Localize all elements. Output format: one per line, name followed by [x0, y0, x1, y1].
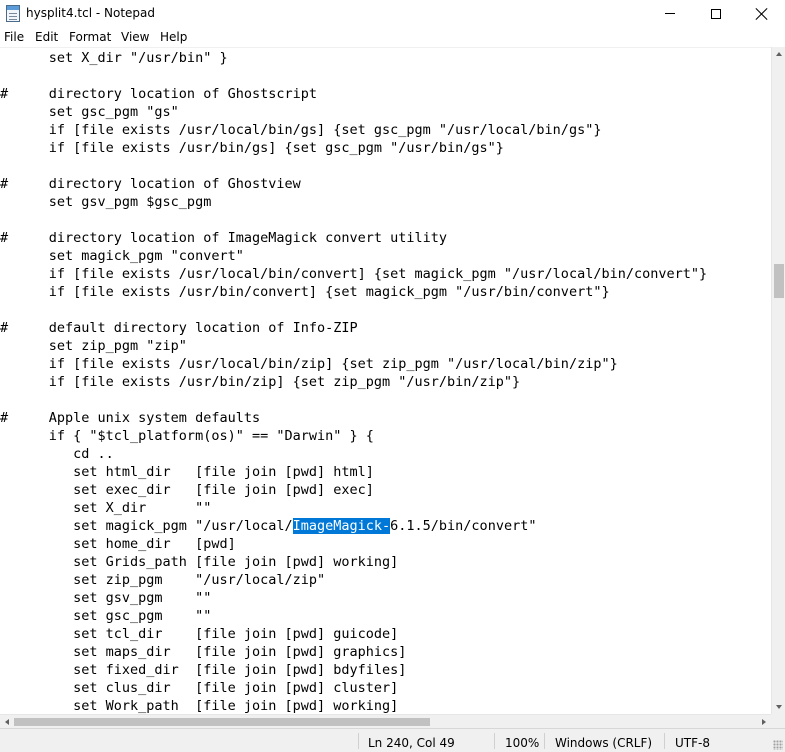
code-line: set magick_pgm "/usr/local/ImageMagick-6… — [0, 517, 707, 535]
vertical-scroll-thumb[interactable] — [774, 264, 784, 298]
maximize-icon — [711, 8, 721, 19]
code-line: set fixed_dir [file join [pwd] bdyfiles] — [0, 662, 407, 678]
window-title: hysplit4.tcl - Notepad — [26, 6, 155, 20]
minimize-button[interactable] — [647, 0, 693, 27]
menu-format[interactable]: Format — [69, 30, 111, 45]
code-line: # directory location of Ghostview — [0, 176, 301, 192]
code-text-before-selection: set magick_pgm "/usr/local/ — [0, 518, 293, 534]
code-line: set maps_dir [file join [pwd] graphics] — [0, 644, 407, 660]
code-line: set gsv_pgm "" — [0, 590, 212, 606]
code-line: # Apple unix system defaults — [0, 410, 261, 426]
text-selection[interactable]: ImageMagick- — [292, 518, 391, 534]
code-line: # directory location of ImageMagick conv… — [0, 230, 448, 246]
code-line: if [file exists /usr/bin/convert] {set m… — [0, 284, 610, 300]
code-line: set zip_pgm "zip" — [0, 338, 187, 354]
close-button[interactable] — [739, 0, 785, 27]
code-line: set X_dir "" — [0, 500, 212, 516]
zoom-level: 100% — [505, 736, 540, 750]
code-line: set magick_pgm "convert" — [0, 248, 244, 264]
code-line: if { "$tcl_platform(os)" == "Darwin" } { — [0, 428, 374, 444]
code-line: cd .. — [0, 446, 114, 462]
line-ending: Windows (CRLF) — [555, 736, 653, 750]
menu-bar: File Edit Format View Help — [0, 27, 785, 47]
status-divider — [494, 733, 495, 749]
code-line: set home_dir [pwd] — [0, 536, 236, 552]
arrow-up-icon — [776, 52, 782, 56]
code-line: set clus_dir [file join [pwd] cluster] — [0, 680, 399, 696]
minimize-icon — [665, 13, 675, 14]
code-text-after-selection: 6.1.5/bin/convert" — [390, 518, 537, 534]
arrow-left-icon — [5, 719, 9, 725]
code-line: set gsc_pgm "gs" — [0, 104, 179, 120]
status-divider — [544, 733, 545, 749]
notepad-icon — [6, 5, 20, 22]
scrollbar-corner — [771, 714, 785, 728]
menu-file[interactable]: File — [4, 30, 24, 45]
code-line: set Work_path [file join [pwd] working] — [0, 698, 399, 714]
code-line: if [file exists /usr/local/bin/convert] … — [0, 266, 708, 282]
code-line: set gsc_pgm "" — [0, 608, 212, 624]
code-line: # directory location of Ghostscript — [0, 86, 317, 102]
horizontal-scroll-thumb[interactable] — [14, 718, 430, 726]
code-line: set exec_dir [file join [pwd] exec] — [0, 482, 374, 498]
code-line: set html_dir [file join [pwd] html] — [0, 464, 374, 480]
code-line: set X_dir "/usr/bin" } — [0, 50, 228, 66]
close-icon — [756, 8, 768, 20]
code-line: set zip_pgm "/usr/local/zip" — [0, 572, 326, 588]
encoding: UTF-8 — [675, 736, 710, 750]
status-divider — [664, 733, 665, 749]
menu-edit[interactable]: Edit — [35, 30, 58, 45]
scroll-down-button[interactable] — [772, 700, 785, 714]
editor-text[interactable]: set X_dir "/usr/bin" } # directory locati… — [0, 49, 707, 714]
menu-view[interactable]: View — [121, 30, 149, 45]
code-line: # default directory location of Info-ZIP — [0, 320, 358, 336]
code-line: set Grids_path [file join [pwd] working] — [0, 554, 399, 570]
menu-help[interactable]: Help — [160, 30, 187, 45]
text-editor[interactable]: set X_dir "/usr/bin" } # directory locati… — [0, 47, 771, 714]
scroll-up-button[interactable] — [772, 47, 785, 61]
code-line: if [file exists /usr/bin/zip] {set zip_p… — [0, 374, 521, 390]
code-line: if [file exists /usr/local/bin/gs] {set … — [0, 122, 602, 138]
arrow-down-icon — [776, 705, 782, 709]
code-line: set tcl_dir [file join [pwd] guicode] — [0, 626, 399, 642]
cursor-position: Ln 240, Col 49 — [368, 736, 455, 750]
title-bar: hysplit4.tcl - Notepad — [0, 0, 785, 27]
status-bar: Ln 240, Col 49 100% Windows (CRLF) UTF-8 — [0, 728, 785, 752]
code-line: if [file exists /usr/bin/gs] {set gsc_pg… — [0, 140, 504, 156]
scroll-right-button[interactable] — [757, 715, 771, 729]
horizontal-scrollbar[interactable] — [0, 714, 771, 728]
arrow-right-icon — [762, 719, 766, 725]
code-line: if [file exists /usr/local/bin/zip] {set… — [0, 356, 618, 372]
code-line: set gsv_pgm $gsc_pgm — [0, 194, 212, 210]
maximize-button[interactable] — [693, 0, 739, 27]
vertical-scrollbar[interactable] — [771, 47, 785, 714]
resize-grip-icon[interactable] — [773, 740, 783, 750]
status-divider — [358, 733, 359, 749]
scroll-left-button[interactable] — [0, 715, 14, 729]
